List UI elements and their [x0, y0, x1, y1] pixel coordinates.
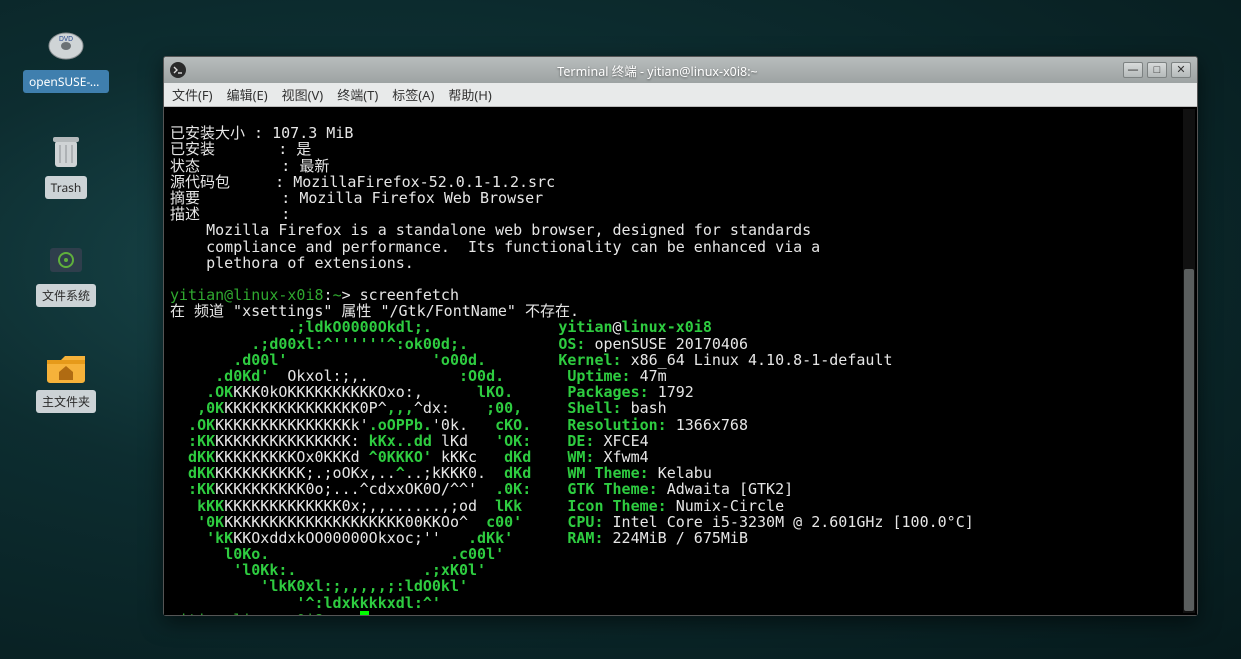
- home-folder-icon: [44, 346, 88, 386]
- menu-view[interactable]: 视图(V): [282, 85, 324, 104]
- prompt-cwd-2: ~: [333, 611, 342, 615]
- disc-icon: DVD: [44, 26, 88, 66]
- desktop-icon-home[interactable]: 主文件夹: [22, 346, 110, 413]
- fetch-ram-label: RAM:: [567, 529, 603, 547]
- svg-text:DVD: DVD: [59, 35, 73, 44]
- titlebar[interactable]: Terminal 终端 - yitian@linux-x0i8:~ — □ ✕: [164, 57, 1197, 83]
- desktop-icon-trash[interactable]: Trash: [22, 132, 110, 199]
- pkg-size-value: 107.3 MiB: [272, 124, 353, 142]
- prompt-user-host-2: yitian@linux-x0i8: [170, 611, 324, 615]
- cursor-block: [360, 611, 369, 615]
- desktop-icon-filesystem[interactable]: 文件系统: [22, 240, 110, 307]
- filesystem-icon: [44, 240, 88, 280]
- menu-tabs[interactable]: 标签(A): [392, 85, 434, 104]
- menu-term[interactable]: 终端(T): [337, 85, 378, 104]
- menubar: 文件(F) 编辑(E) 视图(V) 终端(T) 标签(A) 帮助(H): [164, 83, 1197, 107]
- desktop-icon-label: 文件系统: [36, 284, 96, 307]
- desktop-icon-label: 主文件夹: [36, 390, 96, 413]
- trash-icon: [44, 132, 88, 172]
- menu-help[interactable]: 帮助(H): [448, 85, 491, 104]
- close-button[interactable]: ✕: [1171, 62, 1191, 78]
- terminal-window: Terminal 终端 - yitian@linux-x0i8:~ — □ ✕ …: [163, 56, 1198, 616]
- desktop-icon-label: Trash: [45, 176, 88, 199]
- pkg-summary-value: Mozilla Firefox Web Browser: [299, 189, 543, 207]
- minimize-button[interactable]: —: [1123, 62, 1143, 78]
- fetch-res-value: 1366x768: [676, 416, 748, 434]
- window-title: Terminal 终端 - yitian@linux-x0i8:~: [192, 61, 1123, 80]
- ascii-row: '^:ldxkkkkxdl:^': [170, 594, 441, 612]
- pkg-desc-3: plethora of extensions.: [206, 254, 414, 272]
- scrollbar[interactable]: [1183, 109, 1195, 613]
- fetch-ram-value: 224MiB / 675MiB: [613, 529, 748, 547]
- terminal-app-icon: [170, 62, 186, 78]
- desktop-icon-opensuse[interactable]: DVD openSUSE-T···: [22, 26, 110, 93]
- scrollbar-thumb[interactable]: [1184, 269, 1194, 611]
- desktop-icon-label: openSUSE-T···: [23, 70, 109, 93]
- menu-file[interactable]: 文件(F): [172, 85, 213, 104]
- terminal-body[interactable]: 已安装大小 : 107.3 MiB 已安装 : 是 状态 : 最新 源代码包 :…: [164, 107, 1197, 615]
- pkg-desc-label: 描述: [170, 205, 200, 223]
- menu-edit[interactable]: 编辑(E): [227, 85, 268, 104]
- fetch-kernel-value: x86_64 Linux 4.10.8-1-default: [631, 351, 893, 369]
- maximize-button[interactable]: □: [1147, 62, 1167, 78]
